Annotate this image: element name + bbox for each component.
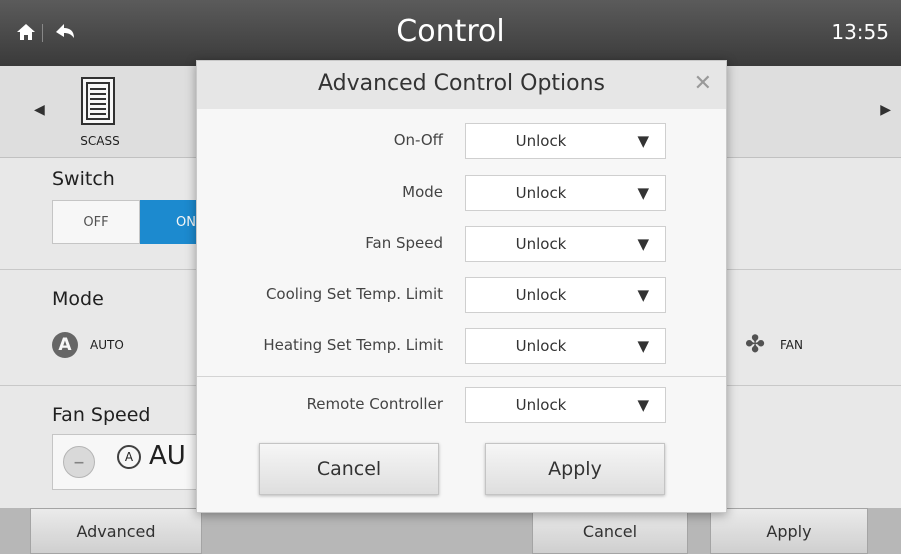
- select-value: Unlock: [515, 132, 567, 150]
- dropdown-arrow-icon: ▼: [637, 184, 649, 202]
- option-row-fan-speed: Fan Speed Unlock ▼: [197, 224, 726, 264]
- option-row-remote-controller: Remote Controller Unlock ▼: [197, 385, 726, 425]
- option-label: Mode: [402, 183, 443, 201]
- dropdown-arrow-icon: ▼: [637, 286, 649, 304]
- fan-speed-lock-select[interactable]: Unlock ▼: [465, 226, 666, 262]
- select-value: Unlock: [515, 396, 567, 414]
- select-value: Unlock: [515, 184, 567, 202]
- option-row-cooling-limit: Cooling Set Temp. Limit Unlock ▼: [197, 275, 726, 315]
- dropdown-arrow-icon: ▼: [637, 337, 649, 355]
- heating-limit-lock-select[interactable]: Unlock ▼: [465, 328, 666, 364]
- select-value: Unlock: [515, 235, 567, 253]
- advanced-control-options-dialog: Advanced Control Options ✕ On-Off Unlock…: [196, 60, 727, 513]
- dropdown-arrow-icon: ▼: [637, 396, 649, 414]
- option-row-on-off: On-Off Unlock ▼: [197, 121, 726, 161]
- dialog-apply-button[interactable]: Apply: [485, 443, 665, 495]
- option-row-mode: Mode Unlock ▼: [197, 173, 726, 213]
- on-off-lock-select[interactable]: Unlock ▼: [465, 123, 666, 159]
- dialog-header: Advanced Control Options ✕: [197, 61, 726, 109]
- dialog-title: Advanced Control Options: [317, 71, 606, 96]
- option-label: On-Off: [393, 131, 443, 149]
- page-title: Control: [396, 14, 505, 49]
- option-label: Fan Speed: [365, 234, 443, 252]
- dropdown-arrow-icon: ▼: [637, 132, 649, 150]
- dialog-cancel-button[interactable]: Cancel: [259, 443, 439, 495]
- option-label: Remote Controller: [306, 395, 443, 413]
- option-row-heating-limit: Heating Set Temp. Limit Unlock ▼: [197, 326, 726, 366]
- option-label: Heating Set Temp. Limit: [263, 336, 443, 354]
- divider: [197, 376, 726, 377]
- select-value: Unlock: [515, 337, 567, 355]
- remote-controller-lock-select[interactable]: Unlock ▼: [465, 387, 666, 423]
- option-label: Cooling Set Temp. Limit: [265, 285, 443, 303]
- dropdown-arrow-icon: ▼: [637, 235, 649, 253]
- title-bar: Control 13:55: [0, 0, 901, 66]
- select-value: Unlock: [515, 286, 567, 304]
- mode-lock-select[interactable]: Unlock ▼: [465, 175, 666, 211]
- cooling-limit-lock-select[interactable]: Unlock ▼: [465, 277, 666, 313]
- clock: 13:55: [831, 20, 889, 44]
- close-icon[interactable]: ✕: [694, 71, 712, 96]
